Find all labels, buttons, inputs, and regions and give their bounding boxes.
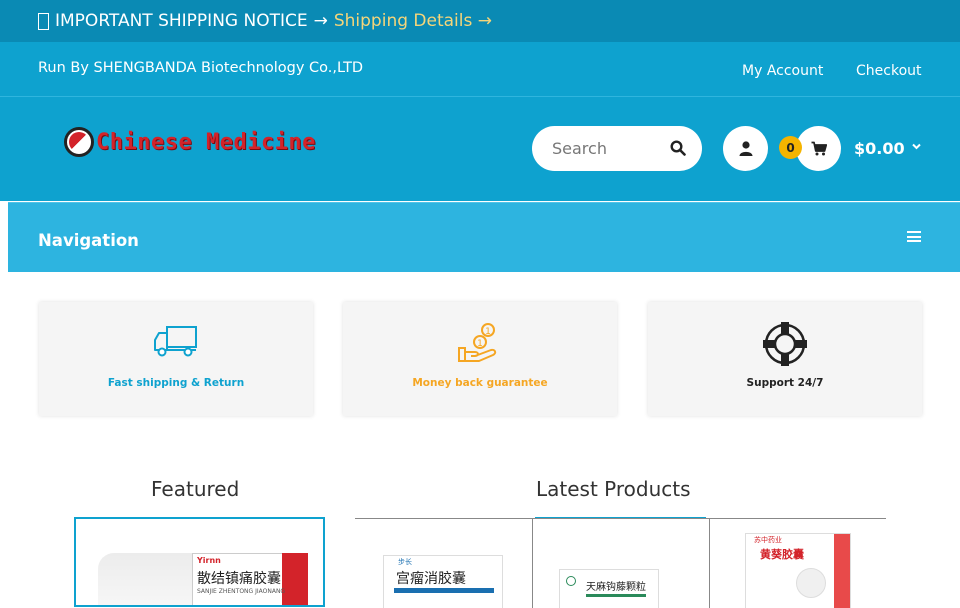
feature-support: Support 24/7 [648,302,922,416]
search-box [532,126,702,171]
latest-products-strip: 步长 宫瘤消胶囊 天麻钩藤颗粒 苏中药业 黄葵胶囊 [355,518,886,608]
svg-text:1: 1 [477,339,483,349]
product-name: 散结镇痛胶囊 [197,571,281,587]
navigation-title: Navigation [38,231,139,250]
feature-label: Fast shipping & Return [107,377,245,389]
product-subname: SANJIE ZHENTONG JIAONANG [197,588,286,595]
notice-icon [38,12,49,30]
shipping-details-link[interactable]: Shipping Details → [334,11,492,31]
cart-icon [811,141,827,156]
search-input[interactable] [552,139,662,158]
feature-money-back: 1 1 Money back guarantee [343,302,617,416]
top-bar: Run By SHENGBANDA Biotechnology Co.,LTD … [0,42,960,97]
cart-button[interactable] [796,126,841,171]
company-name: Run By SHENGBANDA Biotechnology Co.,LTD [38,60,364,76]
money-hand-icon: 1 1 [458,323,497,362]
shipping-notice-bar: IMPORTANT SHIPPING NOTICE → Shipping Det… [0,0,960,42]
svg-text:1: 1 [485,327,491,337]
navigation-bar: Navigation [8,202,960,272]
feature-label: Money back guarantee [412,377,548,389]
logo-text: Chinese Medicine [96,129,316,155]
product-name: 天麻钩藤颗粒 [586,582,646,593]
site-logo[interactable]: Chinese Medicine [64,127,316,157]
product-brand: Yirnn [197,556,221,565]
account-button[interactable] [723,126,768,171]
notice-arrow: → [313,11,328,31]
cart-total[interactable]: $0.00 [854,139,905,158]
search-icon[interactable] [670,140,686,156]
product-card[interactable]: 步长 宫瘤消胶囊 [383,555,503,608]
lifebuoy-icon [763,322,807,366]
cart-count-badge: 0 [779,136,802,159]
user-icon [739,141,752,156]
checkout-link[interactable]: Checkout [856,63,922,79]
hamburger-menu-icon[interactable] [907,231,921,242]
product-name: 宫瘤消胶囊 [396,571,466,587]
product-brand: 苏中药业 [754,536,782,544]
chevron-down-icon[interactable] [912,143,921,150]
product-brand: 步长 [398,558,412,566]
yin-yang-logo-icon [64,127,94,157]
my-account-link[interactable]: My Account [742,63,823,79]
notice-text: IMPORTANT SHIPPING NOTICE [55,11,308,31]
feature-fast-shipping: Fast shipping & Return [39,302,313,416]
product-name: 黄葵胶囊 [760,548,804,561]
truck-icon [154,326,197,357]
featured-product-card[interactable]: Yirnn 散结镇痛胶囊 SANJIE ZHENTONG JIAONANG [74,517,325,607]
product-card[interactable]: 天麻钩藤颗粒 [559,569,659,608]
feature-label: Support 24/7 [746,377,824,389]
latest-section-title: Latest Products [536,477,691,501]
product-card[interactable]: 苏中药业 黄葵胶囊 [745,533,851,608]
featured-section-title: Featured [151,477,240,501]
product-box-image: Yirnn 散结镇痛胶囊 SANJIE ZHENTONG JIAONANG [192,553,308,605]
